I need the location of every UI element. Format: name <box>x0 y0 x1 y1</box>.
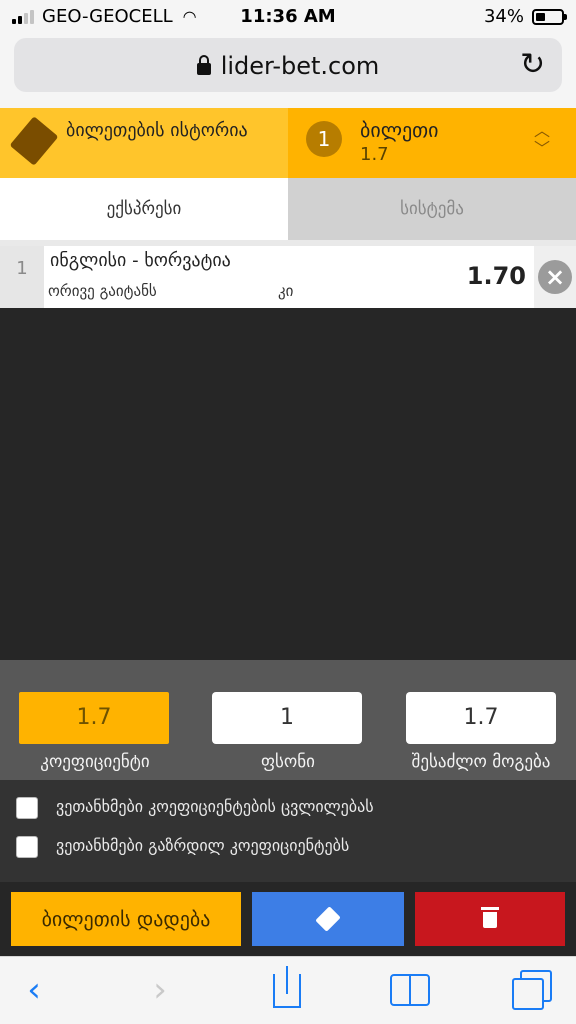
accept-changes-checkbox[interactable] <box>16 797 38 819</box>
trash-body-icon <box>483 912 497 928</box>
battery-icon <box>532 8 567 25</box>
coefficient-field: 1.7 <box>19 692 169 744</box>
lock-icon <box>196 55 211 75</box>
address-text[interactable]: lider-bet.com <box>0 52 576 80</box>
bet-title: ბილეთი <box>360 118 439 142</box>
stake-label: ფსონი <box>261 752 315 772</box>
possible-win-label: შესაძლო მოგება <box>411 752 551 772</box>
tabs-front-icon <box>512 978 544 1010</box>
possible-win-field: 1.7 <box>406 692 556 744</box>
pick-value: კი <box>278 282 294 300</box>
tab-express[interactable]: ექსპრესი <box>0 178 288 240</box>
tab-system[interactable]: სისტემა <box>288 178 576 240</box>
collapse-chevron-icon[interactable]: ︿ ﹀ <box>530 122 554 160</box>
selection-odds: 1.70 <box>466 262 526 290</box>
coefficient-label: კოეფიციენტი <box>40 752 150 772</box>
bet-count-badge: 1 <box>306 121 342 157</box>
accept-changes-label[interactable]: ვეთანხმები კოეფიციენტების ცვლილებას <box>56 797 374 816</box>
battery-status: 34% <box>483 6 567 27</box>
history-label: ბილეთების ისტორია <box>66 120 248 141</box>
forward-icon[interactable]: › <box>140 966 180 1014</box>
bookmarks-spine-icon <box>409 974 411 1006</box>
stake-input[interactable]: 1 <box>212 692 362 744</box>
market-name: ორივე გაიტანს <box>48 282 157 300</box>
options-panel <box>0 780 576 882</box>
battery-percent: 34% <box>483 6 524 27</box>
match-name: ინგლისი - ხორვატია <box>50 250 231 271</box>
reload-icon[interactable]: ↻ <box>520 48 545 82</box>
url: lider-bet.com <box>220 52 380 80</box>
trash-icon <box>481 907 499 910</box>
share-arrow-icon <box>286 966 288 994</box>
accept-increase-checkbox[interactable] <box>16 836 38 858</box>
place-bet-button[interactable]: ბილეთის დადება <box>11 892 241 946</box>
selection-index: 1 <box>0 246 44 308</box>
remove-selection-close-icon[interactable]: × <box>538 260 572 294</box>
accept-increase-label[interactable]: ვეთანხმები გაზრდილ კოეფიციენტებს <box>56 836 349 855</box>
back-icon[interactable]: ‹ <box>14 966 54 1014</box>
empty-content <box>0 308 576 660</box>
bet-odds: 1.7 <box>360 144 389 165</box>
